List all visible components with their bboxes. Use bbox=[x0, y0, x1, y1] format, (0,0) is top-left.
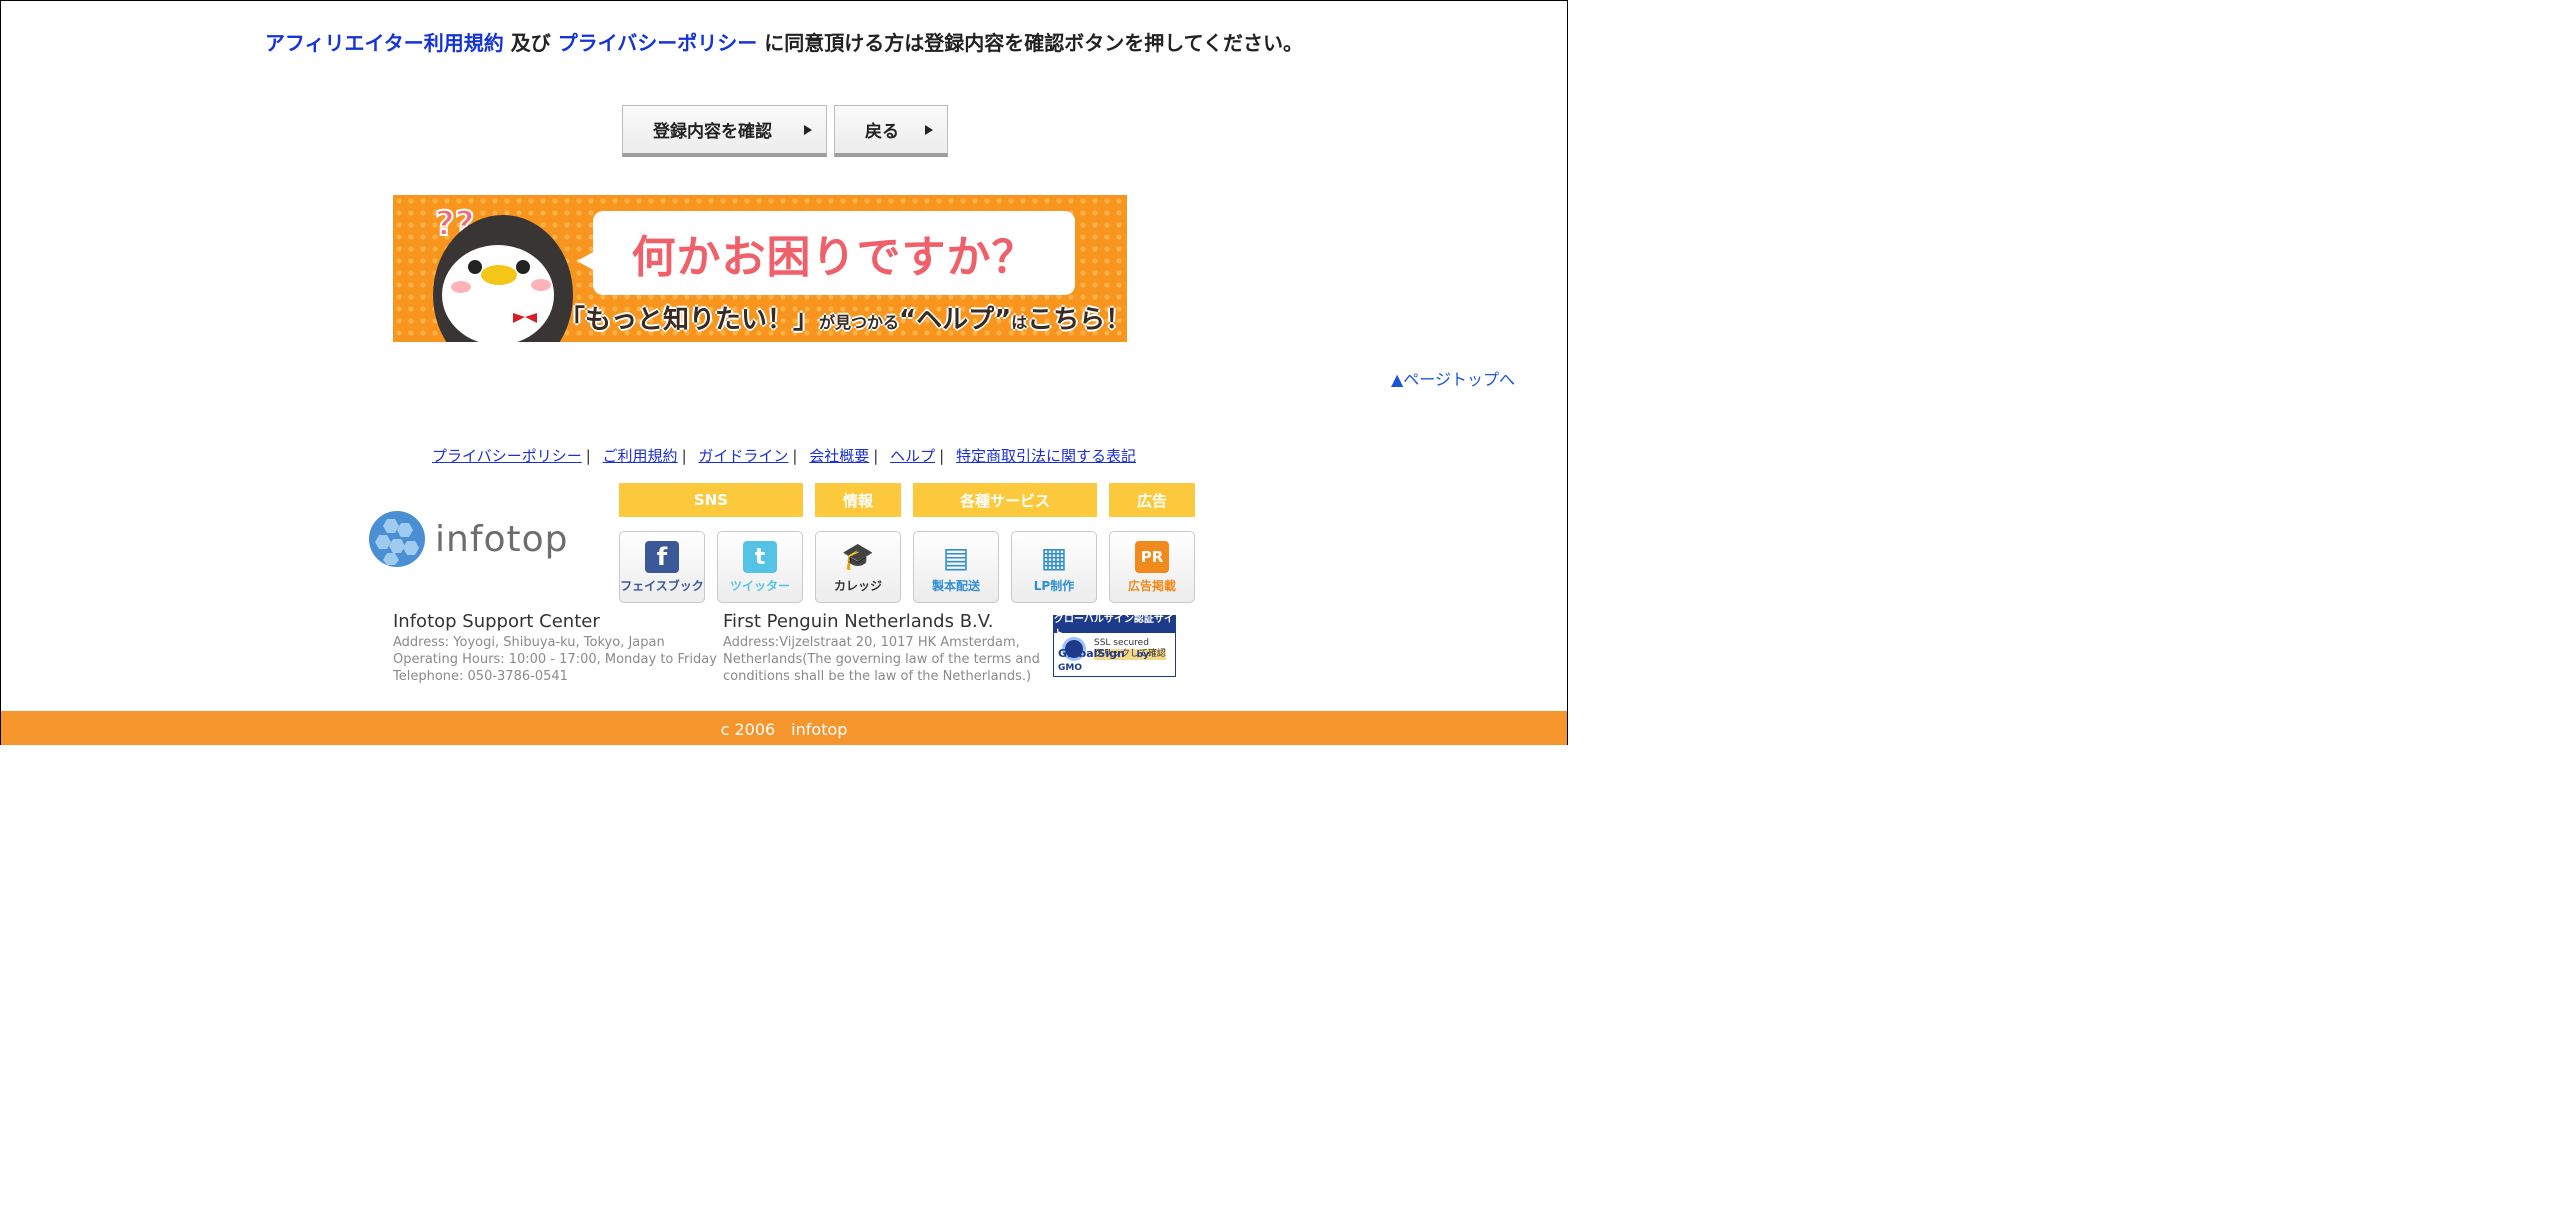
divider: | bbox=[939, 447, 945, 465]
footer-link-commerce-law[interactable]: 特定商取引法に関する表記 bbox=[956, 447, 1136, 465]
footer-link-help[interactable]: ヘルプ bbox=[890, 447, 935, 465]
agreement-and: 及び bbox=[503, 31, 558, 55]
tile-twitter[interactable]: t ツイッター bbox=[717, 531, 803, 603]
affiliate-terms-link[interactable]: アフィリエイター利用規約 bbox=[265, 31, 504, 55]
confirm-button-label: 登録内容を確認 bbox=[653, 122, 772, 142]
play-arrow-icon bbox=[925, 124, 933, 135]
banner-subtitle: 「もっと知りたい！」が見つかる“ヘルプ”はこちら！ bbox=[559, 299, 1127, 336]
globalsign-title: グローバルサイン認証サイト bbox=[1054, 613, 1175, 640]
divider: | bbox=[873, 447, 879, 465]
category-services: 各種サービス bbox=[913, 483, 1097, 517]
banner-headline: 何かお困りですか？ bbox=[577, 211, 1075, 295]
footer-link-guidelines[interactable]: ガイドライン bbox=[698, 447, 788, 465]
action-buttons: 登録内容を確認 戻る bbox=[622, 105, 948, 157]
hexagon-globe-icon bbox=[369, 511, 425, 567]
help-banner[interactable]: ?? 何かお困りですか？ 「もっと知りたい！」が見つかる“ヘルプ”はこちら！ bbox=[393, 195, 1127, 342]
footer-link-privacy[interactable]: プライバシーポリシー bbox=[432, 447, 582, 465]
tile-college[interactable]: 🎓 カレッジ bbox=[815, 531, 901, 603]
banner-sub-b: が見つかる bbox=[819, 313, 900, 332]
twitter-icon: t bbox=[743, 541, 777, 573]
tile-label: 製本配送 bbox=[931, 579, 980, 593]
page-top-link[interactable]: ▲ページトップへ bbox=[1391, 366, 1515, 390]
lp-document-icon: ▦ bbox=[1040, 540, 1068, 574]
first-penguin-address-3: conditions shall be the law of the Nethe… bbox=[723, 669, 1032, 684]
pr-icon: PR bbox=[1135, 541, 1169, 573]
globalsign-brand: GlobalSign by GMO bbox=[1058, 647, 1175, 673]
support-telephone: Telephone: 050-3786-0541 bbox=[393, 669, 568, 684]
agreement-text: アフィリエイター利用規約 及び プライバシーポリシー に同意頂ける方は登録内容を… bbox=[1, 27, 1567, 56]
tile-lp-production[interactable]: ▦ LP制作 bbox=[1011, 531, 1097, 603]
tile-facebook[interactable]: f フェイスブック bbox=[619, 531, 705, 603]
confirm-registration-button[interactable]: 登録内容を確認 bbox=[622, 105, 827, 157]
footer-link-company[interactable]: 会社概要 bbox=[809, 447, 869, 465]
first-penguin-info: First Penguin Netherlands B.V. Address:V… bbox=[723, 613, 1040, 685]
banner-sub-e: こちら！ bbox=[1027, 305, 1127, 335]
divider: | bbox=[585, 447, 591, 465]
support-center-info: Infotop Support Center Address: Yoyogi, … bbox=[393, 613, 717, 685]
copyright-bar: c 2006 infotop bbox=[1, 711, 1567, 745]
support-hours: Operating Hours: 10:00 - 17:00, Monday t… bbox=[393, 652, 717, 667]
back-button-label: 戻る bbox=[865, 122, 899, 142]
tile-label: カレッジ bbox=[833, 579, 882, 593]
play-arrow-icon bbox=[804, 124, 812, 135]
divider: | bbox=[792, 447, 798, 465]
globalsign-seal[interactable]: グローバルサイン認証サイト SSL secured クリックして確認 Globa… bbox=[1053, 613, 1176, 677]
infotop-logo[interactable]: infotop bbox=[367, 509, 569, 569]
support-address: Address: Yoyogi, Shibuya-ku, Tokyo, Japa… bbox=[393, 635, 665, 650]
banner-sub-a: 「もっと知りたい！」 bbox=[559, 305, 820, 335]
tile-label: 広告掲載 bbox=[1127, 579, 1176, 593]
tile-label: LP制作 bbox=[1033, 579, 1075, 593]
category-ads: 広告 bbox=[1109, 483, 1195, 517]
copyright-text: c 2006 infotop bbox=[720, 720, 848, 739]
globalsign-brand-name: GlobalSign bbox=[1058, 647, 1125, 660]
graduation-cap-icon: 🎓 bbox=[841, 542, 875, 572]
truck-book-icon: ▤ bbox=[942, 540, 970, 574]
category-sns: SNS bbox=[619, 483, 803, 517]
agreement-instruction: に同意頂ける方は登録内容を確認ボタンを押してください。 bbox=[757, 31, 1304, 55]
footer-link-terms[interactable]: ご利用規約 bbox=[603, 447, 678, 465]
tile-label: ツイッター bbox=[729, 579, 790, 593]
category-info: 情報 bbox=[815, 483, 901, 517]
first-penguin-address-1: Address:Vijzelstraat 20, 1017 HK Amsterd… bbox=[723, 635, 1020, 650]
footer-links: プライバシーポリシー | ご利用規約 | ガイドライン | 会社概要 | ヘルプ | 特定… bbox=[1, 445, 1567, 466]
penguin-mascot-icon: ?? bbox=[433, 203, 573, 342]
privacy-policy-link[interactable]: プライバシーポリシー bbox=[558, 31, 758, 55]
first-penguin-title: First Penguin Netherlands B.V. bbox=[723, 611, 994, 632]
tile-label: フェイスブック bbox=[620, 579, 704, 593]
logo-text: infotop bbox=[435, 518, 569, 560]
tile-binding-delivery[interactable]: ▤ 製本配送 bbox=[913, 531, 999, 603]
divider: | bbox=[681, 447, 687, 465]
back-button[interactable]: 戻る bbox=[834, 105, 948, 157]
facebook-icon: f bbox=[645, 541, 679, 573]
banner-sub-c: “ヘルプ” bbox=[899, 305, 1012, 335]
tile-ad-placement[interactable]: PR 広告掲載 bbox=[1109, 531, 1195, 603]
banner-sub-d: は bbox=[1011, 313, 1028, 332]
support-center-title: Infotop Support Center bbox=[393, 611, 600, 632]
first-penguin-address-2: Netherlands(The governing law of the ter… bbox=[723, 652, 1040, 667]
